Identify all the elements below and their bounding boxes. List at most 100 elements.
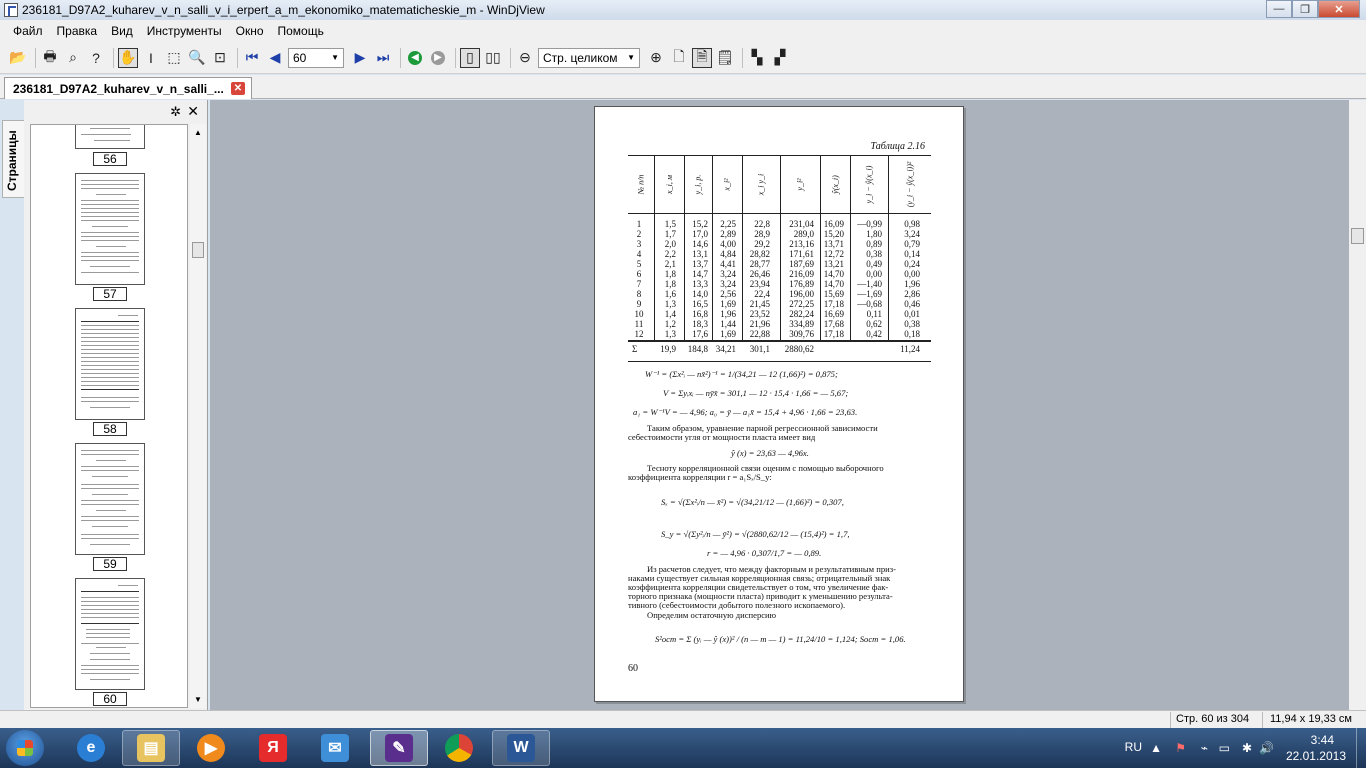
page-icon[interactable]: 🗋 [669, 48, 689, 68]
thumbnail-page-57[interactable] [75, 173, 145, 285]
document-viewer[interactable]: Таблица 2.16 № п/п x_i, м y_i, р. x_i² x… [210, 100, 1366, 710]
menu-edit[interactable]: Правка [50, 24, 105, 38]
word-icon: W [507, 734, 535, 762]
thumbnail-list[interactable]: 56 57 58 59 60 [30, 124, 188, 708]
display-mode-icon[interactable]: ▞ [770, 48, 790, 68]
menu-tools[interactable]: Инструменты [140, 24, 229, 38]
single-page-layout-icon[interactable]: ▯ [460, 47, 480, 68]
table-cell: 13,71 [823, 239, 844, 249]
status-divider [1262, 712, 1263, 728]
thumbnail-scrollbar[interactable]: ▲ ▼ [190, 124, 206, 708]
document-tab[interactable]: 236181_D97A2_kuharev_v_n_salli_... ✕ [4, 77, 252, 99]
menu-help[interactable]: Помощь [271, 24, 331, 38]
table-cell: 28,82 [749, 249, 770, 259]
taskbar-ie[interactable]: e [62, 730, 120, 766]
clock-date[interactable]: 22.01.2013 [1286, 749, 1346, 763]
taskbar-explorer[interactable]: ▤ [122, 730, 180, 766]
formula-sy: S_y = √(Σy²ᵢ/n — ȳ²) = √(2880,62/12 — (1… [661, 529, 850, 539]
color-mode-icon[interactable]: ▚ [747, 48, 767, 68]
binoculars-find-icon[interactable]: ⌕ [63, 48, 83, 68]
table-header: x_i y_i [756, 173, 766, 195]
table-row: 3 2,0 14,6 4,00 29,2 213,16 13,71 0,89 0,79 [628, 239, 931, 249]
zoom-in-icon[interactable]: ⊕ [646, 48, 666, 68]
forward-icon[interactable]: ▶ [428, 48, 448, 68]
close-tab-icon[interactable]: ✕ [231, 82, 245, 95]
scroll-down-icon[interactable]: ▼ [194, 695, 202, 704]
minimize-button[interactable]: — [1266, 0, 1292, 18]
antivirus-icon[interactable]: ✱ [1242, 741, 1252, 755]
first-page-icon[interactable]: ⏮ [242, 48, 262, 68]
menu-file[interactable]: Файл [6, 24, 50, 38]
table-cell: 13,7 [692, 259, 708, 269]
page-text-icon[interactable]: 🗒 [715, 48, 735, 68]
hand-tool-icon[interactable]: ✋ [118, 47, 138, 68]
start-button[interactable] [6, 730, 44, 766]
thumbnail-page-number[interactable]: 60 [93, 692, 127, 706]
scrollbar-thumb[interactable] [1351, 228, 1364, 244]
zoom-combo[interactable]: Стр. целиком ▼ [538, 47, 640, 68]
taskbar-yandex[interactable]: Я [244, 730, 302, 766]
chevron-down-icon: ▼ [627, 53, 635, 62]
show-desktop-button[interactable] [1356, 728, 1366, 768]
rect-select-icon[interactable]: ⬚ [164, 48, 184, 68]
table-cell: 21,96 [749, 319, 770, 329]
thumbnail-page-number[interactable]: 58 [93, 422, 127, 436]
open-folder-icon[interactable]: 📂 [8, 48, 28, 68]
taskbar-windjview[interactable]: ✎ [370, 730, 428, 766]
menu-window[interactable]: Окно [229, 24, 271, 38]
document-tab-strip: 236181_D97A2_kuharev_v_n_salli_... ✕ [0, 75, 1366, 99]
yandex-browser-icon: Я [259, 734, 287, 762]
back-icon[interactable]: ◀ [405, 48, 425, 68]
chevron-down-icon: ▼ [331, 53, 339, 62]
table-row: 9 1,3 16,5 1,69 21,45 272,25 17,18 —0,68 0,46 [628, 299, 931, 309]
clock-time[interactable]: 3:44 [1311, 733, 1334, 747]
zoom-out-icon[interactable]: ⊖ [515, 48, 535, 68]
taskbar-mail[interactable]: ✉ [306, 730, 364, 766]
formula-a-coefficients: a₁ = W⁻¹V = — 4,96; a₀ = ȳ — a₁x̄ = 15,4… [633, 407, 858, 417]
close-button[interactable]: ✕ [1318, 0, 1360, 18]
thumbnail-page-59[interactable] [75, 443, 145, 555]
table-cell: 3,24 [720, 269, 736, 279]
thumbnail-page-number[interactable]: 57 [93, 287, 127, 301]
taskbar-media-player[interactable]: ▶ [182, 730, 240, 766]
table-cell: 3 [636, 239, 642, 249]
maximize-button[interactable]: ❐ [1292, 0, 1318, 18]
gear-icon[interactable]: ✲ [170, 104, 181, 120]
scroll-up-icon[interactable]: ▲ [194, 128, 202, 137]
zoom-tool-icon[interactable]: 🔍 [187, 48, 207, 68]
next-page-icon[interactable]: ▶ [350, 48, 370, 68]
table-row: 10 1,4 16,8 1,96 23,52 282,24 16,69 0,11 0,01 [628, 309, 931, 319]
network-icon[interactable]: ▭ [1219, 741, 1230, 755]
zoom-rect-icon[interactable]: ⊡ [210, 48, 230, 68]
document-scrollbar[interactable] [1349, 100, 1366, 710]
action-center-icon[interactable]: ⚑ [1175, 741, 1186, 755]
taskbar-chrome[interactable] [430, 730, 488, 766]
show-hidden-icons-icon[interactable]: ▲ [1150, 741, 1162, 755]
prev-page-icon[interactable]: ◀ [265, 48, 285, 68]
scrollbar-thumb[interactable] [192, 242, 204, 258]
usb-icon[interactable]: ⌁ [1201, 741, 1208, 755]
page-number-combo[interactable]: 60 ▼ [288, 47, 344, 68]
table-cell: 1,2 [664, 319, 676, 329]
thumbnail-page-number[interactable]: 59 [93, 557, 127, 571]
close-panel-icon[interactable]: ✕ [187, 103, 199, 120]
print-icon[interactable]: 🖶 [40, 48, 60, 68]
table-cell: —0,99 [857, 219, 882, 229]
document-view-icon[interactable]: 🗎 [692, 47, 712, 68]
two-page-layout-icon[interactable]: ▯▯ [483, 48, 503, 68]
volume-icon[interactable]: 🔊 [1259, 741, 1274, 755]
thumbnail-page-56[interactable] [75, 125, 145, 149]
language-indicator[interactable]: RU [1125, 740, 1142, 754]
thumbnail-page-60[interactable] [75, 578, 145, 690]
text-select-icon[interactable]: I [141, 48, 161, 68]
help-question-icon[interactable]: ? [86, 48, 106, 68]
thumbnail-page-number[interactable]: 56 [93, 152, 127, 166]
taskbar-word[interactable]: W [492, 730, 550, 766]
pages-panel-tab[interactable]: Страницы [2, 120, 24, 198]
menu-view[interactable]: Вид [104, 24, 140, 38]
table-cell: 1,5 [664, 219, 676, 229]
last-page-icon[interactable]: ⏭ [373, 48, 393, 68]
thumbnail-page-58[interactable] [75, 308, 145, 420]
table-cell: 0,62 [866, 319, 882, 329]
table-cell: 1,69 [720, 299, 736, 309]
